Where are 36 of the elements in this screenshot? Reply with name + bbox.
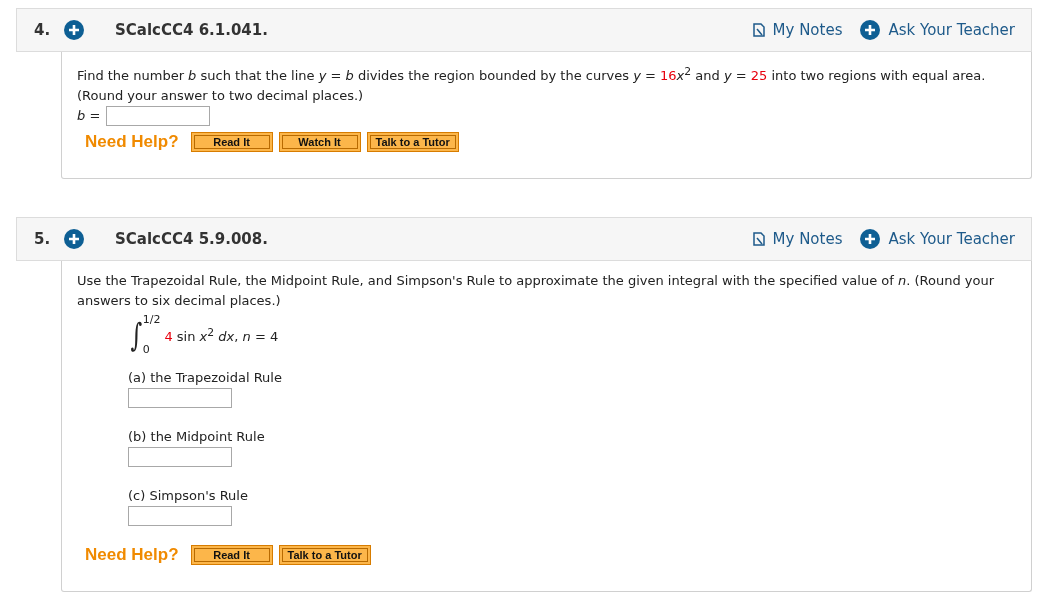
- expand-icon: [64, 20, 84, 40]
- plus-icon: [860, 229, 881, 250]
- question-text: Find the number b such that the line y = b divides the region bounded by the curves y = 16x$^{2}$ and y = 25 into two regions with equal area.: [77, 64, 987, 86]
- lower-limit: 0: [142, 344, 151, 357]
- question-number: 4.: [34, 21, 52, 39]
- question-number: 5.: [34, 230, 52, 249]
- answer-field[interactable]: [106, 106, 211, 127]
- answer-field[interactable]: [128, 506, 232, 527]
- answer-label: b =: [77, 107, 101, 126]
- question-title: SCalcCC4 6.1.041.: [115, 21, 269, 39]
- question-title: SCalcCC4 5.9.008.: [115, 230, 269, 249]
- answer-field[interactable]: [128, 447, 232, 468]
- help-button[interactable]: Talk to a Tutor: [366, 132, 459, 153]
- plus-icon: [860, 20, 881, 40]
- rounding-note: (Round your answer to two decimal places.): [77, 87, 365, 106]
- document-icon: [752, 23, 765, 37]
- ask-teacher-link[interactable]: Ask Your Teacher: [860, 229, 1015, 250]
- help-button[interactable]: Watch It: [278, 132, 361, 153]
- expand-icon: [64, 229, 84, 250]
- upper-limit: 1/2: [142, 314, 161, 327]
- my-notes-link[interactable]: My Notes: [752, 21, 843, 39]
- part-label: (b) the Midpoint Rule: [128, 428, 265, 447]
- need-help-label: Need Help?: [85, 545, 179, 566]
- my-notes-link[interactable]: My Notes: [752, 230, 843, 249]
- answer-field[interactable]: [128, 388, 232, 409]
- help-button[interactable]: Talk to a Tutor: [278, 545, 371, 566]
- need-help-label: Need Help?: [85, 132, 179, 153]
- integrand: 4 sin x$^{2}$ dx, n = 4: [164, 325, 279, 347]
- part-label: (a) the Trapezoidal Rule: [128, 369, 282, 388]
- ask-teacher-link[interactable]: Ask Your Teacher: [860, 20, 1015, 40]
- document-icon: [752, 232, 765, 247]
- integral-sign: ∫: [130, 319, 143, 352]
- help-button[interactable]: Read It: [190, 132, 273, 153]
- question-text: Use the Trapezoidal Rule, the Midpoint Rule, and Simpson's Rule to approximate the given integral with the specified value of n. (Round your answers to six decimal places.): [77, 272, 996, 311]
- help-button[interactable]: Read It: [190, 545, 273, 566]
- part-label: (c) Simpson's Rule: [128, 487, 248, 506]
